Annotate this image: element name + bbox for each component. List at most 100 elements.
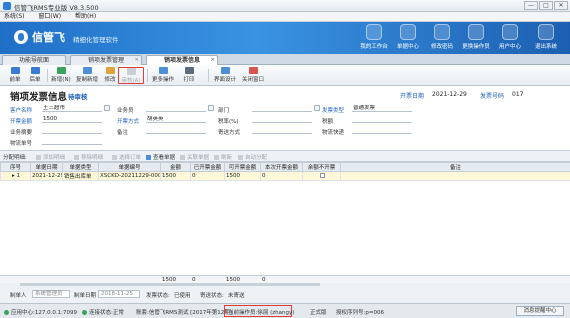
new-button[interactable]: 新增(N) (50, 67, 72, 84)
date-value[interactable]: 2021-12-29 (432, 91, 467, 98)
remark-field[interactable] (146, 127, 206, 134)
connection-dot-icon (82, 310, 87, 315)
invoice-type-select[interactable]: 普通发票 (352, 105, 412, 112)
cell[interactable]: 0 (260, 171, 303, 181)
tax-rate-field[interactable] (252, 116, 312, 123)
status-text: 账套: (136, 310, 149, 316)
salesperson-picker-icon[interactable] (208, 105, 214, 111)
express-field[interactable] (352, 127, 412, 134)
table-row[interactable]: ▸ 1 2021-12-29 销售出库单 XSCKD-20211229-0003… (0, 171, 570, 181)
tab-close-icon[interactable]: × (210, 56, 215, 65)
col-header[interactable]: 已开票金额 (190, 162, 225, 172)
toolbar-label: 界面设计 (213, 77, 236, 83)
col-header[interactable]: 备注 (340, 162, 570, 172)
cell[interactable] (340, 171, 570, 181)
edit-button[interactable]: 修改 (102, 67, 118, 84)
tracking-label: 物流单号 (10, 141, 33, 147)
col-header[interactable]: 可开票金额 (224, 162, 261, 172)
view-icon (146, 155, 151, 160)
next-doc-button[interactable]: 后单 (26, 67, 44, 84)
col-header[interactable]: 单据编号 (98, 162, 161, 172)
tab-label: 功能导航面 (18, 57, 49, 64)
salesperson-field[interactable] (146, 105, 206, 112)
ship-method-field[interactable] (252, 127, 312, 134)
cell: 0 (190, 171, 225, 181)
invoice-status-value: 已使用 (174, 293, 191, 299)
more-actions-button[interactable]: 更多操作 (150, 67, 176, 84)
add-detail-button[interactable]: 添加明细 (36, 153, 65, 161)
print-button[interactable]: 打印 (180, 67, 198, 84)
menu-system[interactable]: 系统(S) (4, 12, 25, 22)
tax-field[interactable] (352, 116, 412, 123)
toolbar-label: 前单 (9, 77, 21, 83)
cell: 1 (16, 173, 21, 179)
user-center-icon (502, 24, 518, 40)
shortcut-user-center[interactable]: 用户中心 (491, 24, 529, 50)
close-window-button[interactable]: 关闭窗口 (240, 67, 266, 84)
window-titlebar: 信管飞RMS专业版 V8.3.500 — □ ✕ (0, 0, 570, 12)
prev-doc-button[interactable]: 前单 (6, 67, 24, 84)
amount-label: 开票金额 (10, 119, 33, 125)
toolbar-label: 新增(N) (51, 77, 71, 83)
linked-doc-button[interactable]: 关联单据 (180, 153, 209, 161)
checkbox-icon (319, 173, 325, 178)
version-text: 正式版 (310, 310, 327, 316)
shortcut-exit[interactable]: 退出系统 (527, 24, 565, 50)
amount-field[interactable]: 1500 (42, 116, 102, 123)
copy-new-button[interactable]: 复制新增 (74, 67, 100, 84)
no-invoice-checkbox[interactable] (302, 171, 341, 181)
tab-invoice-info[interactable]: 销项发票信息 × (146, 55, 218, 65)
menu-help[interactable]: 帮助(H) (75, 12, 96, 22)
tab-invoice-list[interactable]: 销项发票管理 × (70, 55, 142, 65)
tab-close-icon[interactable]: × (134, 56, 139, 65)
select-order-button[interactable]: 选择订单 (112, 153, 141, 161)
ui-design-button[interactable]: 界面设计 (212, 67, 238, 84)
dept-picker-icon[interactable] (314, 105, 320, 111)
minimize-icon[interactable]: — (524, 1, 538, 10)
new-doc-icon (56, 67, 66, 74)
shortcut-switch-operator[interactable]: 更换操作员 (457, 24, 495, 50)
audit-button[interactable]: 审核(A) (118, 67, 144, 84)
client-name-field[interactable]: 王三超市 (42, 105, 102, 112)
dept-field[interactable] (252, 105, 312, 112)
maximize-icon[interactable]: □ (539, 1, 553, 10)
design-icon (220, 67, 230, 74)
col-header[interactable]: 单据日期 (30, 162, 63, 172)
close-icon[interactable]: ✕ (554, 1, 568, 10)
shortcut-documents[interactable]: 单据中心 (389, 24, 427, 50)
col-header[interactable]: 序号 (0, 162, 31, 172)
drawer-field[interactable]: 胡英英 (146, 116, 206, 123)
col-header[interactable]: 余额不开票 (302, 162, 341, 172)
tab-nav[interactable]: 功能导航面 (2, 55, 66, 65)
shortcut-workbench[interactable]: 我的工作台 (355, 24, 393, 50)
page-title: 销项发票信息 (10, 92, 68, 103)
message-center-button[interactable]: 消息提醒中心 (516, 306, 564, 316)
auto-assign-button[interactable]: 自动分配 (238, 153, 267, 161)
view-doc-button[interactable]: 查看单据 (146, 153, 175, 161)
key-icon (434, 24, 450, 40)
summary-field[interactable] (42, 127, 102, 134)
logo-slogan: 精细化管理软件 (73, 35, 119, 44)
remove-detail-button[interactable]: 移除明细 (74, 153, 103, 161)
remove-icon (74, 155, 79, 160)
tracking-field[interactable] (42, 138, 102, 145)
summary-label: 业务摘要 (10, 130, 33, 136)
refresh-button[interactable]: 刷新 (214, 153, 232, 161)
footer-fields: 制单人 系统管理员 制单日期 2018-11-25 发票状态: 已使用 寄送状态… (0, 286, 570, 303)
button-label: 移除明细 (81, 155, 104, 161)
switch-user-icon (468, 24, 484, 40)
detail-grid: 序号 单据日期 单据类型 单据编号 金额 已开票金额 可开票金额 本次开票金额 … (0, 162, 570, 286)
audit-icon (126, 68, 136, 75)
send-status-value: 未寄送 (228, 293, 245, 299)
cell: 销售出库单 (62, 171, 99, 181)
col-header[interactable]: 本次开票金额 (260, 162, 303, 172)
close-window-icon (248, 67, 258, 74)
col-header[interactable]: 金额 (160, 162, 191, 172)
col-header[interactable]: 单据类型 (62, 162, 99, 172)
client-picker-icon[interactable] (104, 105, 110, 111)
shortcut-label: 用户中心 (498, 44, 521, 50)
add-icon (36, 155, 41, 160)
invoice-no-value[interactable]: 017 (512, 91, 523, 98)
menu-window[interactable]: 窗口(W) (38, 12, 61, 22)
shortcut-change-password[interactable]: 修改密码 (423, 24, 461, 50)
